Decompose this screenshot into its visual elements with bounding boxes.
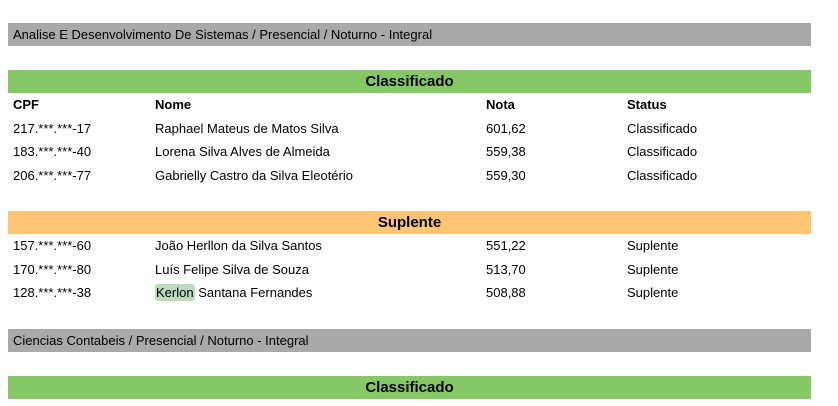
nome: Lorena Silva Alves de Almeida (155, 144, 330, 159)
course-title: Analise E Desenvolvimento De Sistemas / … (8, 23, 811, 46)
cpf: 206.***.***-77 (13, 167, 92, 183)
nome: Raphael Mateus de Matos Silva (155, 120, 339, 136)
nome: João Herllon da Silva Santos (155, 238, 322, 253)
nome-rest: Santana Fernandes (194, 285, 313, 300)
cpf: 217.***.***-17 (13, 120, 92, 136)
table-row: 170.***.***-80 Luís Felipe Silva de Souz… (8, 258, 811, 282)
results-page: Analise E Desenvolvimento De Sistemas / … (8, 23, 811, 399)
status: Classificado (627, 167, 698, 183)
search-highlight: Kerlon (155, 284, 195, 301)
cpf: 170.***.***-80 (13, 261, 92, 277)
cpf: 183.***.***-40 (13, 144, 92, 159)
nota: 559,38 (486, 144, 526, 159)
cpf: 128.***.***-38 (13, 285, 92, 300)
table-row: 217.***.***-17 Raphael Mateus de Matos S… (8, 117, 811, 141)
nota: 508,88 (486, 285, 526, 300)
table-header: CPF Nome Nota Status (8, 93, 811, 117)
status: Suplente (627, 238, 679, 253)
course-title: Ciencias Contabeis / Presencial / Noturn… (8, 328, 811, 352)
section-classificado: Classificado (8, 375, 811, 399)
table-row: 128.***.***-38 Kerlon Santana Fernandes … (8, 281, 811, 305)
nome: Kerlon Santana Fernandes (155, 281, 312, 305)
nota: 551,22 (486, 238, 526, 253)
cpf: 157.***.***-60 (13, 238, 92, 253)
header-nome: Nome (155, 97, 192, 112)
nota: 601,62 (486, 120, 526, 136)
header-cpf: CPF (13, 97, 39, 112)
status: Suplente (627, 261, 679, 277)
table-row: 183.***.***-40 Lorena Silva Alves de Alm… (8, 140, 811, 164)
status: Classificado (627, 120, 698, 136)
nota: 513,70 (486, 261, 526, 277)
status: Suplente (627, 285, 679, 300)
table-row: 206.***.***-77 Gabrielly Castro da Silva… (8, 164, 811, 188)
status: Classificado (627, 144, 698, 159)
section-suplente: Suplente (8, 211, 811, 234)
nome: Luís Felipe Silva de Souza (155, 261, 309, 277)
section-classificado: Classificado (8, 70, 811, 93)
header-nota: Nota (486, 97, 515, 112)
nome: Gabrielly Castro da Silva Eleotério (155, 167, 353, 183)
header-status: Status (627, 97, 667, 112)
table-row: 157.***.***-60 João Herllon da Silva San… (8, 234, 811, 258)
nota: 559,30 (486, 167, 526, 183)
